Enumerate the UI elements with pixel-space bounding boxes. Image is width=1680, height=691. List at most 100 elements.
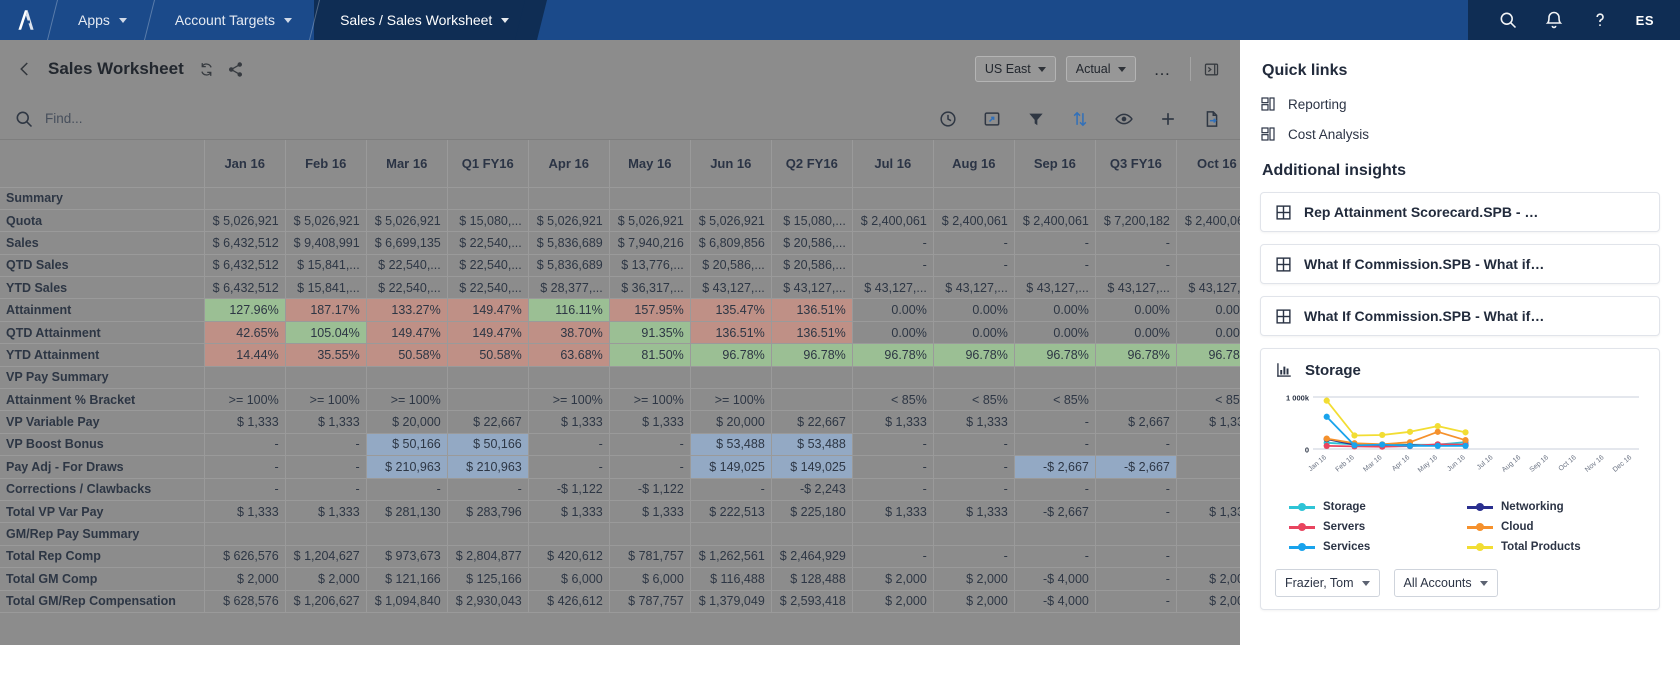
table-cell[interactable]: $ 210,963: [366, 455, 448, 479]
table-cell[interactable]: -: [528, 455, 610, 479]
table-cell[interactable]: $ 1,333: [528, 410, 610, 434]
table-cell[interactable]: $ 20,000: [366, 410, 448, 434]
table-cell[interactable]: -: [609, 455, 691, 479]
table-cell[interactable]: $ 20,586,...: [690, 254, 772, 278]
table-cell[interactable]: $ 222,513: [690, 500, 772, 524]
search-input[interactable]: [45, 111, 275, 126]
table-cell[interactable]: -: [204, 455, 286, 479]
table-cell[interactable]: $ 1,262,561: [690, 545, 772, 569]
table-cell[interactable]: [771, 388, 853, 412]
table-cell[interactable]: $ 2,930,043: [447, 590, 529, 613]
table-cell[interactable]: $ 973,673: [366, 545, 448, 569]
table-cell[interactable]: $ 2,400,061: [852, 209, 934, 233]
table-cell[interactable]: $ 53,488: [771, 433, 853, 457]
table-row[interactable]: Total GM Comp $ 2,000 $ 2,000 $ 121,166 $ 12…: [0, 567, 1240, 591]
table-cell[interactable]: $ 43,127,...: [690, 276, 772, 300]
table-cell[interactable]: $ 1,333: [609, 410, 691, 434]
table-row[interactable]: Pay Adj - For Draws - - $ 210,963 $ 210,963-…: [0, 455, 1240, 479]
table-cell[interactable]: $ 2,000: [285, 567, 367, 591]
table-cell[interactable]: [690, 187, 772, 210]
table-cell[interactable]: -: [1095, 478, 1177, 501]
table-row[interactable]: GM/Rep Pay Summary: [0, 522, 1240, 546]
table-cell[interactable]: $ 22,667: [447, 410, 529, 434]
table-cell[interactable]: 91.35%: [609, 321, 691, 345]
table-cell[interactable]: $ 50,166: [366, 433, 448, 457]
table-cell[interactable]: -: [933, 455, 1015, 479]
table-cell[interactable]: -: [1014, 231, 1096, 255]
table-cell[interactable]: $ 5,026,921: [528, 209, 610, 233]
insight-card[interactable]: What If Commission.SPB - What if…: [1260, 296, 1660, 336]
table-cell[interactable]: $ 1,333: [1176, 500, 1240, 524]
table-cell[interactable]: -: [1176, 433, 1240, 457]
column-header[interactable]: Mar 16: [366, 140, 448, 188]
table-cell[interactable]: $ 43,127,...: [1014, 276, 1096, 300]
table-cell[interactable]: [528, 366, 610, 390]
add-plus-icon[interactable]: [1158, 109, 1178, 129]
table-cell[interactable]: -: [852, 545, 934, 569]
table-cell[interactable]: $ 1,333: [852, 410, 934, 434]
table-cell[interactable]: [852, 522, 934, 546]
table-cell[interactable]: [771, 187, 853, 210]
table-cell[interactable]: 50.58%: [366, 343, 448, 367]
column-header[interactable]: Jul 16: [852, 140, 934, 188]
table-cell[interactable]: $ 1,333: [852, 500, 934, 524]
table-cell[interactable]: -: [285, 433, 367, 457]
table-cell[interactable]: $ 22,540,...: [366, 276, 448, 300]
table-cell[interactable]: $ 1,204,627: [285, 545, 367, 569]
table-cell[interactable]: $ 13,776,...: [609, 254, 691, 278]
table-cell[interactable]: 96.78%: [1095, 343, 1177, 367]
table-cell[interactable]: -: [933, 254, 1015, 278]
table-row[interactable]: Total VP Var Pay $ 1,333 $ 1,333 $ 281,130 $…: [0, 500, 1240, 524]
table-cell[interactable]: $ 5,836,689: [528, 231, 610, 255]
table-cell[interactable]: 38.70%: [528, 321, 610, 345]
table-cell[interactable]: 0.00%: [1095, 298, 1177, 322]
table-cell[interactable]: $ 22,540,...: [447, 276, 529, 300]
table-cell[interactable]: -: [1095, 590, 1177, 613]
help-question-icon[interactable]: [1590, 10, 1610, 30]
table-cell[interactable]: 136.51%: [690, 321, 772, 345]
table-cell[interactable]: $ 626,576: [204, 545, 286, 569]
table-row[interactable]: Total Rep Comp $ 626,576 $ 1,204,627 $ 973,…: [0, 545, 1240, 569]
table-cell[interactable]: $ 15,841,...: [285, 254, 367, 278]
table-cell[interactable]: $ 2,000: [204, 567, 286, 591]
table-cell[interactable]: $ 128,488: [771, 567, 853, 591]
table-cell[interactable]: -: [1014, 254, 1096, 278]
table-cell[interactable]: $ 43,127,...: [771, 276, 853, 300]
table-cell[interactable]: [690, 522, 772, 546]
table-cell[interactable]: $ 2,000: [933, 567, 1015, 591]
table-cell[interactable]: 96.78%: [933, 343, 1015, 367]
table-cell[interactable]: 136.51%: [771, 298, 853, 322]
table-cell[interactable]: $ 5,026,921: [204, 209, 286, 233]
table-cell[interactable]: $ 2,667: [1095, 410, 1177, 434]
table-cell[interactable]: 0.00%: [1095, 321, 1177, 345]
table-cell[interactable]: -: [1176, 455, 1240, 479]
table-row[interactable]: QTD Attainment 42.65% 105.04% 149.47% 149.47…: [0, 321, 1240, 345]
column-header[interactable]: Jan 16: [204, 140, 286, 188]
table-cell[interactable]: $ 1,333: [609, 500, 691, 524]
table-cell[interactable]: $ 6,000: [528, 567, 610, 591]
table-cell[interactable]: $ 20,000: [690, 410, 772, 434]
table-cell[interactable]: $ 2,000: [933, 590, 1015, 613]
refresh-icon[interactable]: [198, 61, 215, 78]
table-cell[interactable]: $ 121,166: [366, 567, 448, 591]
table-row[interactable]: Attainment % Bracket >= 100% >= 100% >= 100…: [0, 388, 1240, 412]
table-cell[interactable]: [285, 522, 367, 546]
table-cell[interactable]: [690, 366, 772, 390]
table-cell[interactable]: $ 6,432,512: [204, 254, 286, 278]
table-cell[interactable]: 96.78%: [1176, 343, 1240, 367]
table-cell[interactable]: $ 22,667: [771, 410, 853, 434]
avatar[interactable]: ES: [1636, 13, 1654, 28]
table-cell[interactable]: -$ 2,667: [1014, 455, 1096, 479]
table-cell[interactable]: [771, 366, 853, 390]
table-cell[interactable]: $ 781,757: [609, 545, 691, 569]
quick-link-item[interactable]: Cost Analysis: [1260, 126, 1660, 142]
table-cell[interactable]: >= 100%: [366, 388, 448, 412]
table-cell[interactable]: $ 149,025: [771, 455, 853, 479]
table-cell[interactable]: [1014, 522, 1096, 546]
column-header[interactable]: Aug 16: [933, 140, 1015, 188]
table-row[interactable]: VP Pay Summary: [0, 366, 1240, 390]
person-select[interactable]: Frazier, Tom: [1275, 569, 1380, 597]
table-cell[interactable]: $ 15,841,...: [285, 276, 367, 300]
column-header[interactable]: Feb 16: [285, 140, 367, 188]
table-cell[interactable]: 136.51%: [771, 321, 853, 345]
